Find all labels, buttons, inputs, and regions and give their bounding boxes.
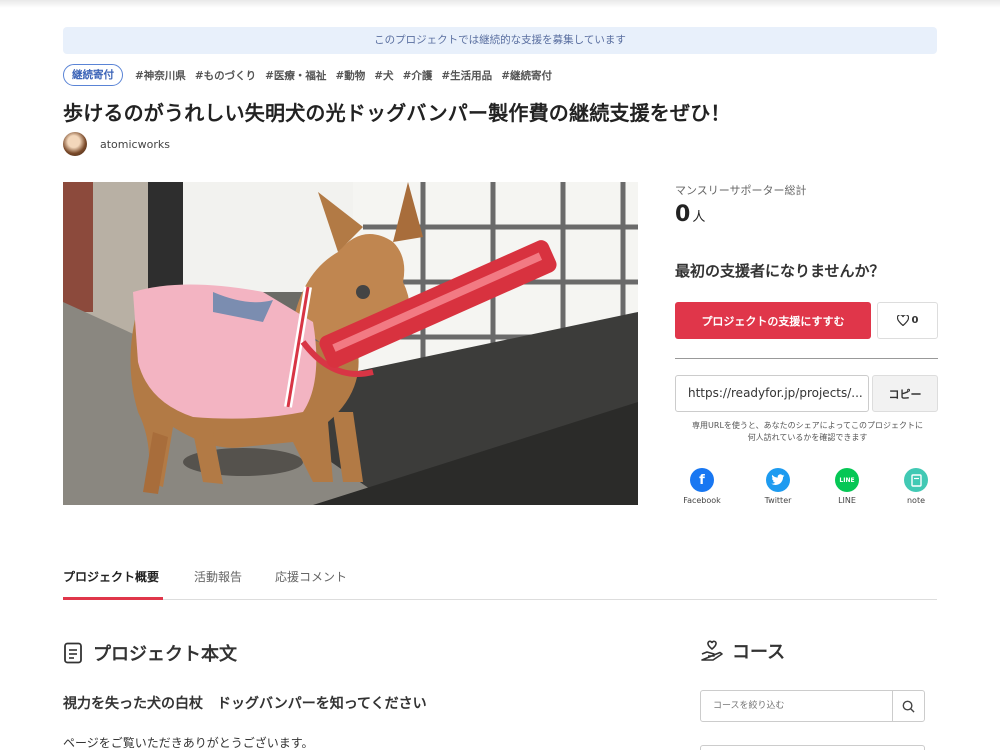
course-title: コース [732,642,786,663]
tag-link[interactable]: #動物 [335,68,365,83]
course-heading: コース [700,638,785,664]
course-search-button[interactable] [892,691,924,721]
content-subheading: 視力を失った犬の白杖 ドッグバンパーを知ってください [63,696,427,712]
share-buttons: f Facebook Twitter LINE LINE note [675,468,938,508]
course-filter [700,690,925,722]
dog-photo-illustration [63,182,638,505]
document-icon [64,642,82,664]
sidebar: マンスリーサポーター総計 0人 最初の支援者になりませんか？ プロジェクトの支援… [675,182,938,505]
twitter-icon [766,468,790,492]
share-label: Twitter [764,496,792,505]
sidebar-divider [675,358,938,359]
tag-link[interactable]: #生活用品 [441,68,492,83]
share-url-field[interactable]: https://readyfor.jp/projects/... [675,375,869,412]
tab-overview[interactable]: プロジェクト概要 [63,568,159,585]
note-icon [904,468,928,492]
line-icon: LINE [835,468,859,492]
tag-row: 継続寄付 #神奈川県 #ものづくり #医療・福祉 #動物 #犬 #介護 #生活用… [63,64,561,86]
share-facebook[interactable]: f Facebook [672,468,732,505]
continuous-support-banner: このプロジェクトでは継続的な支援を募集しています [63,27,937,54]
search-icon [902,700,915,713]
course-filter-input[interactable] [701,691,893,721]
supporters-count-number: 0 [675,202,691,227]
supporters-label: マンスリーサポーター総計 [675,184,807,197]
support-project-button[interactable]: プロジェクトの支援にすすむ [675,302,871,339]
supporters-count-unit: 人 [692,210,706,225]
cta-heading: 最初の支援者になりませんか？ [675,262,885,280]
project-main-image [63,182,638,505]
owner-avatar[interactable] [63,132,87,156]
active-tab-indicator [63,597,163,600]
content-body-text: ページをご覧いただきありがとうございます。 [63,736,314,750]
project-owner[interactable]: atomicworks [63,132,170,156]
tag-link[interactable]: #犬 [374,68,393,83]
heart-icon [896,315,909,326]
project-body-heading: プロジェクト本文 [63,640,237,666]
share-label: LINE [838,496,856,505]
share-line[interactable]: LINE LINE [817,468,877,505]
supporters-count: 0人 [675,202,938,227]
project-tabs: プロジェクト概要 活動報告 応援コメント [63,560,937,600]
tag-link[interactable]: #継続寄付 [501,68,552,83]
tag-link[interactable]: #神奈川県 [135,68,186,83]
tag-link[interactable]: #医療・福祉 [265,68,326,83]
share-label: Facebook [683,496,721,505]
share-twitter[interactable]: Twitter [748,468,808,505]
favorite-button[interactable]: 0 [877,302,938,339]
section-title: プロジェクト本文 [93,644,237,665]
project-title: 歩けるのがうれしい失明犬の光ドッグバンパー製作費の継続支援をぜひ！ [63,101,731,125]
share-url-note: 専用URLを使うと、あなたのシェアによってこのプロジェクトに何人訪れているかを確… [692,421,923,442]
copy-url-button[interactable]: コピー [872,375,938,412]
facebook-icon: f [690,468,714,492]
continuous-donation-badge[interactable]: 継続寄付 [63,64,123,86]
top-shadow [0,0,1000,8]
share-label: note [906,496,926,505]
tab-activity-reports[interactable]: 活動報告 [194,568,242,585]
favorite-count: 0 [911,315,919,326]
tag-link[interactable]: #介護 [403,68,433,83]
hand-heart-icon [701,640,723,661]
share-note-service[interactable]: note [886,468,946,505]
tag-link[interactable]: #ものづくり [195,68,256,83]
course-card[interactable] [700,745,925,750]
owner-name[interactable]: atomicworks [100,138,170,151]
tab-support-comments[interactable]: 応援コメント [275,568,347,585]
